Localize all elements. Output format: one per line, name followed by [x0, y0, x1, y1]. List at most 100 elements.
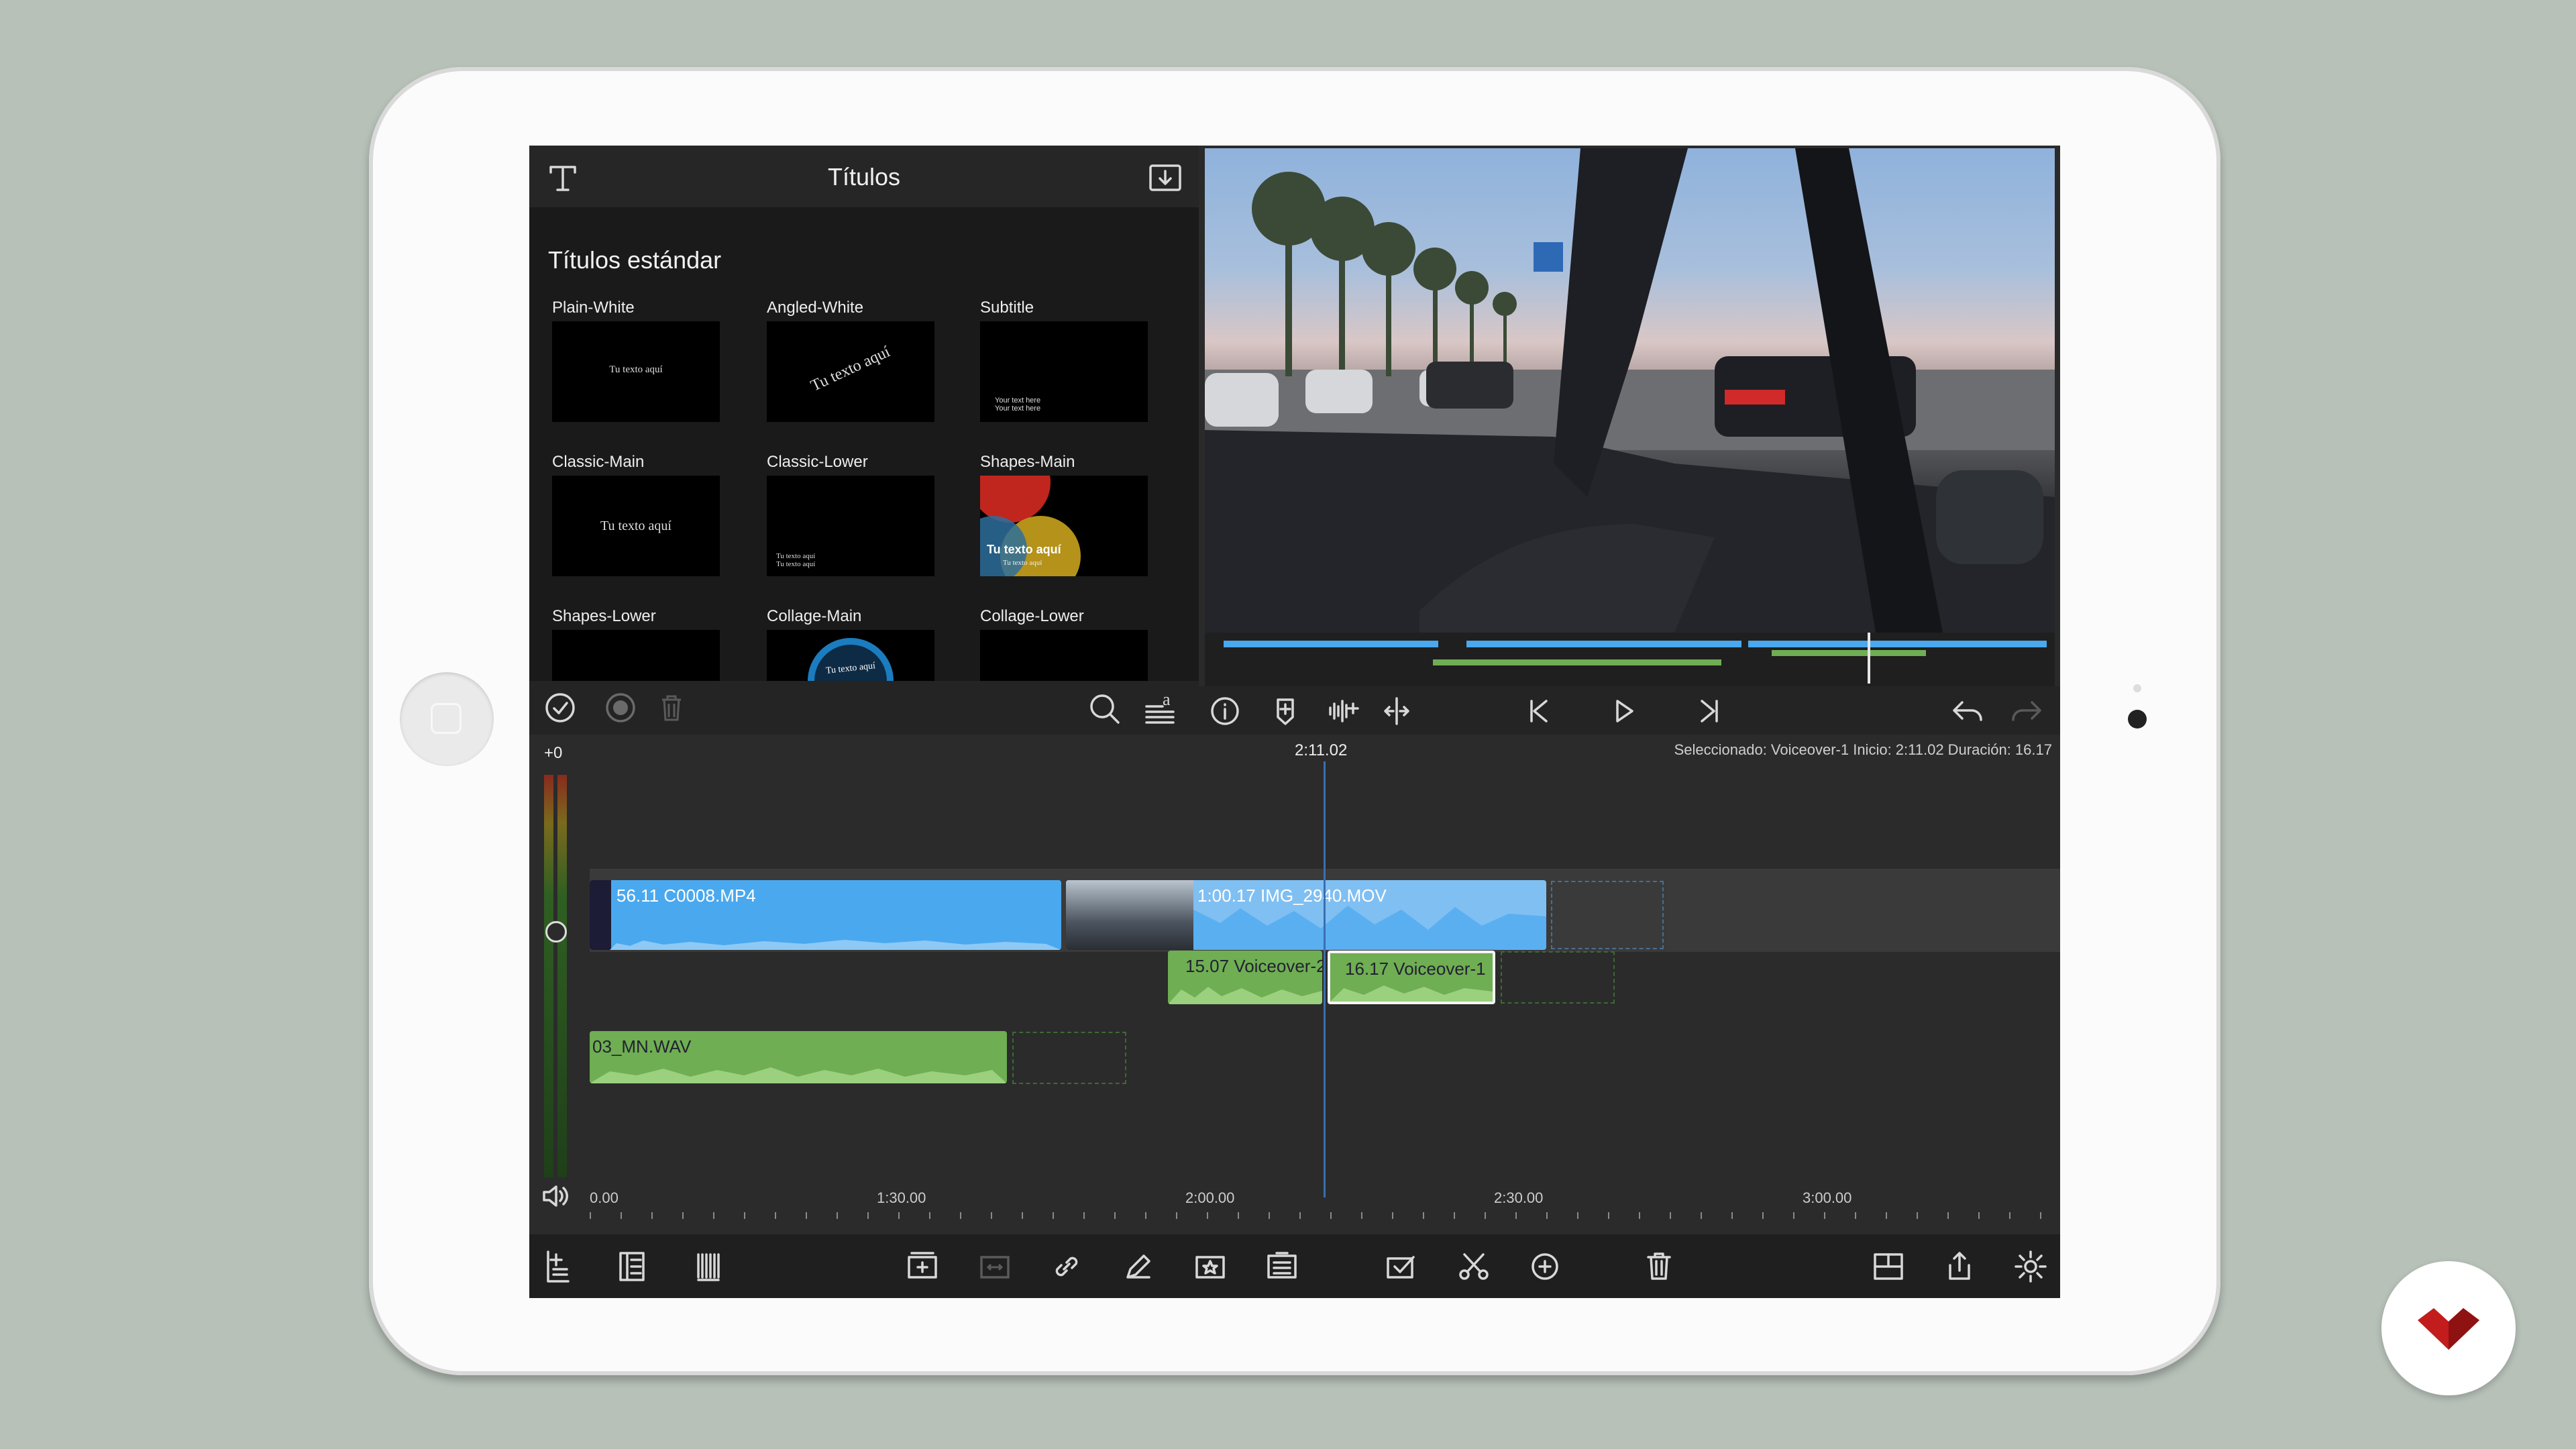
skip-back-icon[interactable]	[1522, 694, 1556, 728]
selection-info: Seleccionado: Voiceover-1 Inicio: 2:11.0…	[1674, 741, 2052, 758]
share-icon[interactable]	[1941, 1248, 1978, 1285]
template-classic-lower[interactable]: Classic-Lower Tu texto aquí Tu texto aqu…	[767, 453, 968, 576]
template-label: Collage-Lower	[980, 607, 1084, 625]
add-media-icon[interactable]	[541, 1248, 575, 1285]
redo-icon[interactable]	[2008, 694, 2045, 728]
section-title: Títulos estándar	[548, 246, 722, 274]
scrub-voice-track	[1772, 650, 1926, 656]
split-icon[interactable]	[1380, 694, 1413, 728]
edit-icon[interactable]	[1120, 1248, 1157, 1285]
preview-toolbar	[1199, 686, 2060, 735]
waveform	[590, 1067, 1007, 1083]
play-icon[interactable]	[1607, 694, 1640, 728]
voiceover-clip[interactable]: 15.07 Voiceover-2	[1168, 951, 1322, 1004]
template-classic-main[interactable]: Classic-Main Tu texto aquí	[552, 453, 753, 576]
add-icon[interactable]	[1526, 1248, 1564, 1285]
marker-icon[interactable]	[1269, 694, 1302, 728]
template-thumb: Your text here Your text here	[980, 321, 1148, 422]
playhead-time: 2:11.02	[1295, 741, 1348, 759]
template-thumb: Tu texto aquí	[552, 476, 720, 576]
template-thumb: Tu texto aquí Tu texto aquí	[767, 476, 934, 576]
template-collage-lower[interactable]: Collage-Lower	[980, 607, 1181, 681]
waveform	[610, 940, 1061, 950]
clipboard-icon[interactable]	[1263, 1248, 1301, 1285]
add-audio-slot[interactable]	[1501, 951, 1615, 1004]
brand-logo-icon	[2418, 1308, 2479, 1350]
titles-panel: Títulos Títulos estándar Plain-White Tu …	[529, 146, 1199, 735]
transition-icon[interactable]	[976, 1248, 1014, 1285]
template-label: Shapes-Main	[980, 453, 1075, 471]
video-preview[interactable]	[1205, 148, 2055, 633]
favorite-icon[interactable]	[1191, 1248, 1229, 1285]
ruler-ticks	[590, 1212, 2060, 1219]
cut-icon[interactable]	[1455, 1248, 1493, 1285]
template-thumb: Tu texto aquí	[767, 321, 934, 422]
bottom-toolbar	[529, 1234, 2060, 1298]
brand-logo	[2381, 1261, 2516, 1395]
clip-label: 56.11 C0008.MP4	[616, 885, 756, 906]
template-label: Subtitle	[980, 299, 1034, 317]
home-button[interactable]	[400, 672, 494, 766]
template-thumb	[552, 630, 720, 681]
voiceover-clip-selected[interactable]: 16.17 Voiceover-1	[1328, 951, 1495, 1004]
record-icon[interactable]	[603, 690, 638, 725]
ruler-label: 3:00.00	[1803, 1189, 1852, 1206]
template-thumb: Tu texto aquí Tu texto aquí	[980, 476, 1148, 576]
volume-knob[interactable]	[545, 921, 567, 943]
template-shapes-main[interactable]: Shapes-Main Tu texto aquí Tu texto aquí	[980, 453, 1181, 576]
add-video-slot[interactable]	[1551, 881, 1664, 949]
template-subtitle[interactable]: Subtitle Your text here Your text here	[980, 299, 1181, 422]
clip-label: 1:00.17 IMG_2940.MOV	[1197, 885, 1387, 906]
info-icon[interactable]	[1208, 694, 1242, 728]
undo-icon[interactable]	[1949, 694, 1986, 728]
template-label: Collage-Main	[767, 607, 862, 625]
clip-label: 03_MN.WAV	[592, 1036, 692, 1057]
video-clip-selected[interactable]: 1:00.17 IMG_2940.MOV	[1066, 880, 1546, 950]
template-label: Shapes-Lower	[552, 607, 656, 625]
select-icon[interactable]	[1383, 1248, 1420, 1285]
music-clip[interactable]: 03_MN.WAV	[590, 1031, 1007, 1083]
waveform	[1168, 987, 1322, 1004]
template-plain-white[interactable]: Plain-White Tu texto aquí	[552, 299, 753, 422]
scrub-playhead[interactable]	[1868, 633, 1870, 684]
skip-forward-icon[interactable]	[1693, 694, 1726, 728]
text-style-icon[interactable]: a	[1141, 689, 1179, 727]
audio-list-icon[interactable]	[693, 1248, 727, 1285]
volume-meter[interactable]	[543, 775, 570, 1177]
playhead[interactable]	[1324, 761, 1326, 1197]
video-clip[interactable]: 56.11 C0008.MP4	[590, 880, 1061, 950]
ipad-sensor	[2133, 684, 2141, 692]
template-collage-main[interactable]: Collage-Main Tu texto aquí	[767, 607, 968, 681]
add-clip-icon[interactable]	[904, 1248, 941, 1285]
settings-icon[interactable]	[2012, 1248, 2049, 1285]
template-thumb: Tu texto aquí	[552, 321, 720, 422]
ruler-label: 0.00	[590, 1189, 619, 1206]
timeline[interactable]: +0 2:11.02 Seleccionado: Voiceover-1 Ini…	[529, 735, 2060, 1234]
ruler-label: 2:30.00	[1494, 1189, 1544, 1206]
template-label: Classic-Main	[552, 453, 645, 471]
import-icon[interactable]	[1146, 159, 1184, 197]
speaker-icon[interactable]	[541, 1183, 572, 1210]
template-angled-white[interactable]: Angled-White Tu texto aquí	[767, 299, 968, 422]
layout-icon[interactable]	[1870, 1248, 1907, 1285]
add-music-slot[interactable]	[1012, 1032, 1126, 1084]
scrub-audio-track	[1433, 659, 1721, 665]
scrub-video-track-2	[1466, 641, 1741, 647]
search-icon[interactable]	[1086, 690, 1124, 728]
scrub-video-track-1	[1224, 641, 1438, 647]
titles-title: Títulos	[827, 163, 901, 191]
ruler-label: 1:30.00	[877, 1189, 926, 1206]
list-view-icon[interactable]	[615, 1248, 649, 1285]
add-keyframe-icon[interactable]	[1326, 694, 1364, 728]
delete-icon[interactable]	[1640, 1248, 1678, 1285]
clip-label: 16.17 Voiceover-1	[1345, 959, 1486, 979]
ipad-camera	[2128, 710, 2147, 729]
template-label: Angled-White	[767, 299, 864, 317]
check-icon[interactable]	[543, 690, 578, 725]
template-shapes-lower[interactable]: Shapes-Lower	[552, 607, 753, 681]
link-icon[interactable]	[1048, 1248, 1085, 1285]
titles-header: Títulos	[529, 146, 1199, 207]
trash-icon[interactable]	[654, 690, 689, 725]
preview-scrubber[interactable]	[1205, 633, 2055, 686]
template-thumb	[980, 630, 1148, 681]
